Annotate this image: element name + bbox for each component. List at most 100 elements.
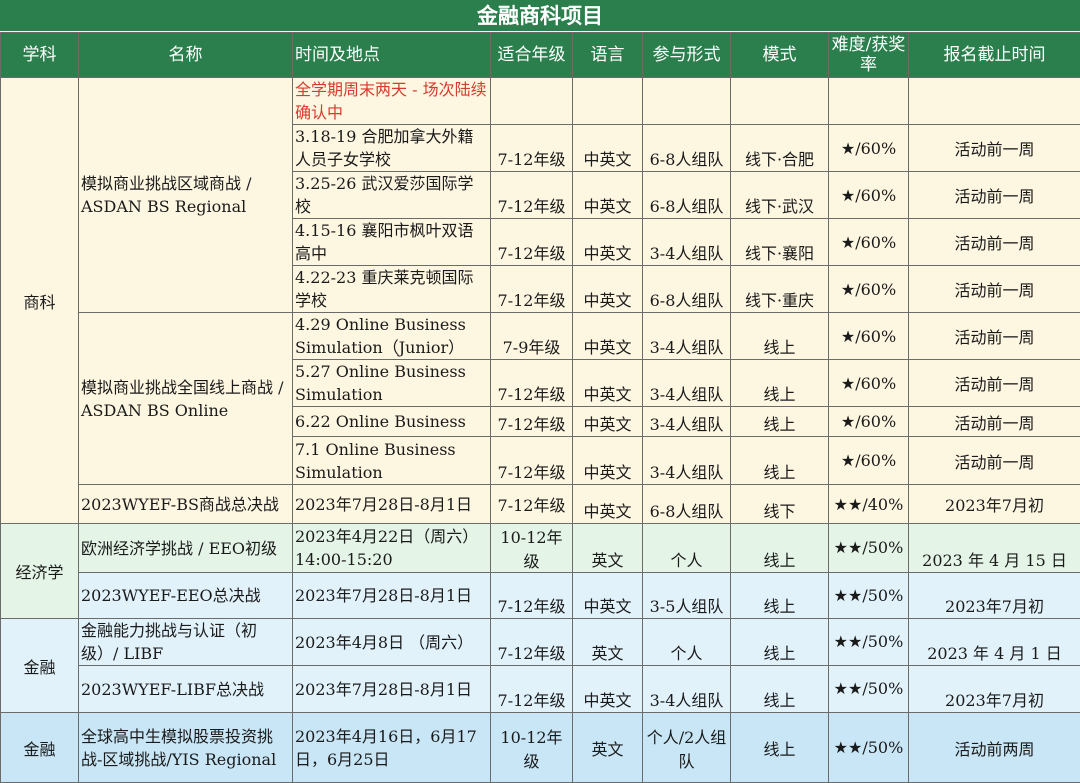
program-name: 2023WYEF-EEO总决战 — [79, 573, 293, 619]
time-place: 2023年4月22日（周六）14:00-15:20 — [293, 524, 491, 573]
program-name: 模拟商业挑战区域商战 / ASDAN BS Regional — [79, 78, 293, 313]
format-cell: 3-4人组队 — [643, 437, 731, 485]
difficulty-cell: ★★/50% — [829, 666, 909, 713]
header-name: 名称 — [79, 33, 293, 78]
header-time-place: 时间及地点 — [293, 33, 491, 78]
language-cell: 英文 — [573, 619, 643, 666]
time-place: 2023年7月28日-8月1日 — [293, 666, 491, 713]
program-name: 金融能力挑战与认证（初级）/ LIBF — [79, 619, 293, 666]
subject-cell: 金融 — [1, 619, 79, 713]
format-cell: 3-4人组队 — [643, 666, 731, 713]
format-cell: 6-8人组队 — [643, 266, 731, 313]
program-name: 全球高中生模拟股票投资挑战-区域挑战/YIS Regional — [79, 713, 293, 783]
difficulty-cell: ★/60% — [829, 407, 909, 437]
language-cell: 中英文 — [573, 437, 643, 485]
table-row: 金融 全球高中生模拟股票投资挑战-区域挑战/YIS Regional 2023年… — [1, 713, 1080, 783]
table-row: 2023WYEF-LIBF总决战 2023年7月28日-8月1日 7-12年级 … — [1, 666, 1080, 713]
grade-cell — [491, 78, 573, 125]
mode-cell: 线上 — [731, 524, 829, 573]
time-place: 4.29 Online Business Simulation（Junior） — [293, 313, 491, 360]
mode-cell — [731, 78, 829, 125]
time-place: 3.25-26 武汉爱莎国际学校 — [293, 172, 491, 219]
grade-cell: 7-12年级 — [491, 666, 573, 713]
difficulty-cell: ★/60% — [829, 172, 909, 219]
mode-cell: 线下·重庆 — [731, 266, 829, 313]
subject-cell: 金融 — [1, 713, 79, 783]
mode-cell: 线下·襄阳 — [731, 219, 829, 266]
table-row: 模拟商业挑战全国线上商战 / ASDAN BS Online 4.29 Onli… — [1, 313, 1080, 360]
mode-cell: 线上 — [731, 407, 829, 437]
language-cell: 中英文 — [573, 266, 643, 313]
difficulty-cell: ★★/50% — [829, 713, 909, 783]
deadline-cell: 2023年7月初 — [909, 485, 1080, 524]
deadline-cell: 活动前一周 — [909, 407, 1080, 437]
mode-cell: 线下·合肥 — [731, 125, 829, 172]
difficulty-cell: ★★/50% — [829, 524, 909, 573]
format-cell: 6-8人组队 — [643, 485, 731, 524]
language-cell: 中英文 — [573, 360, 643, 407]
language-cell: 中英文 — [573, 125, 643, 172]
mode-cell: 线下 — [731, 485, 829, 524]
program-name: 模拟商业挑战全国线上商战 / ASDAN BS Online — [79, 313, 293, 485]
language-cell: 中英文 — [573, 407, 643, 437]
deadline-cell: 活动前一周 — [909, 313, 1080, 360]
mode-cell: 线上 — [731, 313, 829, 360]
grade-cell: 7-12年级 — [491, 266, 573, 313]
mode-cell: 线上 — [731, 619, 829, 666]
table-row: 2023WYEF-BS商战总决战 2023年7月28日-8月1日 7-12年级 … — [1, 485, 1080, 524]
language-cell: 中英文 — [573, 219, 643, 266]
header-format: 参与形式 — [643, 33, 731, 78]
deadline-cell: 活动前一周 — [909, 125, 1080, 172]
grade-cell: 7-12年级 — [491, 485, 573, 524]
deadline-cell: 活动前两周 — [909, 713, 1080, 783]
table-row: 商科 模拟商业挑战区域商战 / ASDAN BS Regional 全学期周末两… — [1, 78, 1080, 125]
difficulty-cell: ★★/50% — [829, 573, 909, 619]
time-place: 2023年7月28日-8月1日 — [293, 573, 491, 619]
difficulty-cell: ★/60% — [829, 125, 909, 172]
difficulty-cell: ★/60% — [829, 219, 909, 266]
program-table: 学科 名称 时间及地点 适合年级 语言 参与形式 模式 难度/获奖率 报名截止时… — [0, 32, 1080, 783]
grade-cell: 7-12年级 — [491, 619, 573, 666]
table-row: 金融 金融能力挑战与认证（初级）/ LIBF 2023年4月8日 （周六） 7-… — [1, 619, 1080, 666]
format-cell: 3-4人组队 — [643, 219, 731, 266]
deadline-cell: 2023年7月初 — [909, 573, 1080, 619]
deadline-cell — [909, 78, 1080, 125]
time-place: 5.27 Online Business Simulation — [293, 360, 491, 407]
difficulty-cell: ★★/40% — [829, 485, 909, 524]
mode-cell: 线上 — [731, 360, 829, 407]
table-row: 2023WYEF-EEO总决战 2023年7月28日-8月1日 7-12年级 中… — [1, 573, 1080, 619]
format-cell: 3-4人组队 — [643, 407, 731, 437]
difficulty-cell: ★★/50% — [829, 619, 909, 666]
format-cell: 个人 — [643, 619, 731, 666]
program-name: 2023WYEF-LIBF总决战 — [79, 666, 293, 713]
time-place: 6.22 Online Business — [293, 407, 491, 437]
header-difficulty: 难度/获奖率 — [829, 33, 909, 78]
deadline-cell: 活动前一周 — [909, 172, 1080, 219]
language-cell: 中英文 — [573, 573, 643, 619]
language-cell: 中英文 — [573, 172, 643, 219]
table-title: 金融商科项目 — [0, 0, 1080, 32]
time-place: 4.22-23 重庆莱克顿国际学校 — [293, 266, 491, 313]
grade-cell: 7-12年级 — [491, 219, 573, 266]
format-cell: 个人/2人组队 — [643, 713, 731, 783]
format-cell: 6-8人组队 — [643, 172, 731, 219]
language-cell: 英文 — [573, 713, 643, 783]
mode-cell: 线上 — [731, 666, 829, 713]
table-row: 经济学 欧洲经济学挑战 / EEO初级 2023年4月22日（周六）14:00-… — [1, 524, 1080, 573]
difficulty-cell: ★/60% — [829, 266, 909, 313]
format-cell: 个人 — [643, 524, 731, 573]
language-cell — [573, 78, 643, 125]
language-cell: 中英文 — [573, 666, 643, 713]
difficulty-cell: ★/60% — [829, 437, 909, 485]
format-cell: 3-4人组队 — [643, 313, 731, 360]
format-cell: 3-4人组队 — [643, 360, 731, 407]
format-cell: 6-8人组队 — [643, 125, 731, 172]
deadline-cell: 活动前一周 — [909, 360, 1080, 407]
mode-cell: 线上 — [731, 573, 829, 619]
deadline-cell: 活动前一周 — [909, 219, 1080, 266]
language-cell: 中英文 — [573, 485, 643, 524]
deadline-cell: 2023 年 4 月 1 日 — [909, 619, 1080, 666]
difficulty-cell: ★/60% — [829, 360, 909, 407]
time-place: 2023年4月8日 （周六） — [293, 619, 491, 666]
grade-cell: 7-12年级 — [491, 407, 573, 437]
